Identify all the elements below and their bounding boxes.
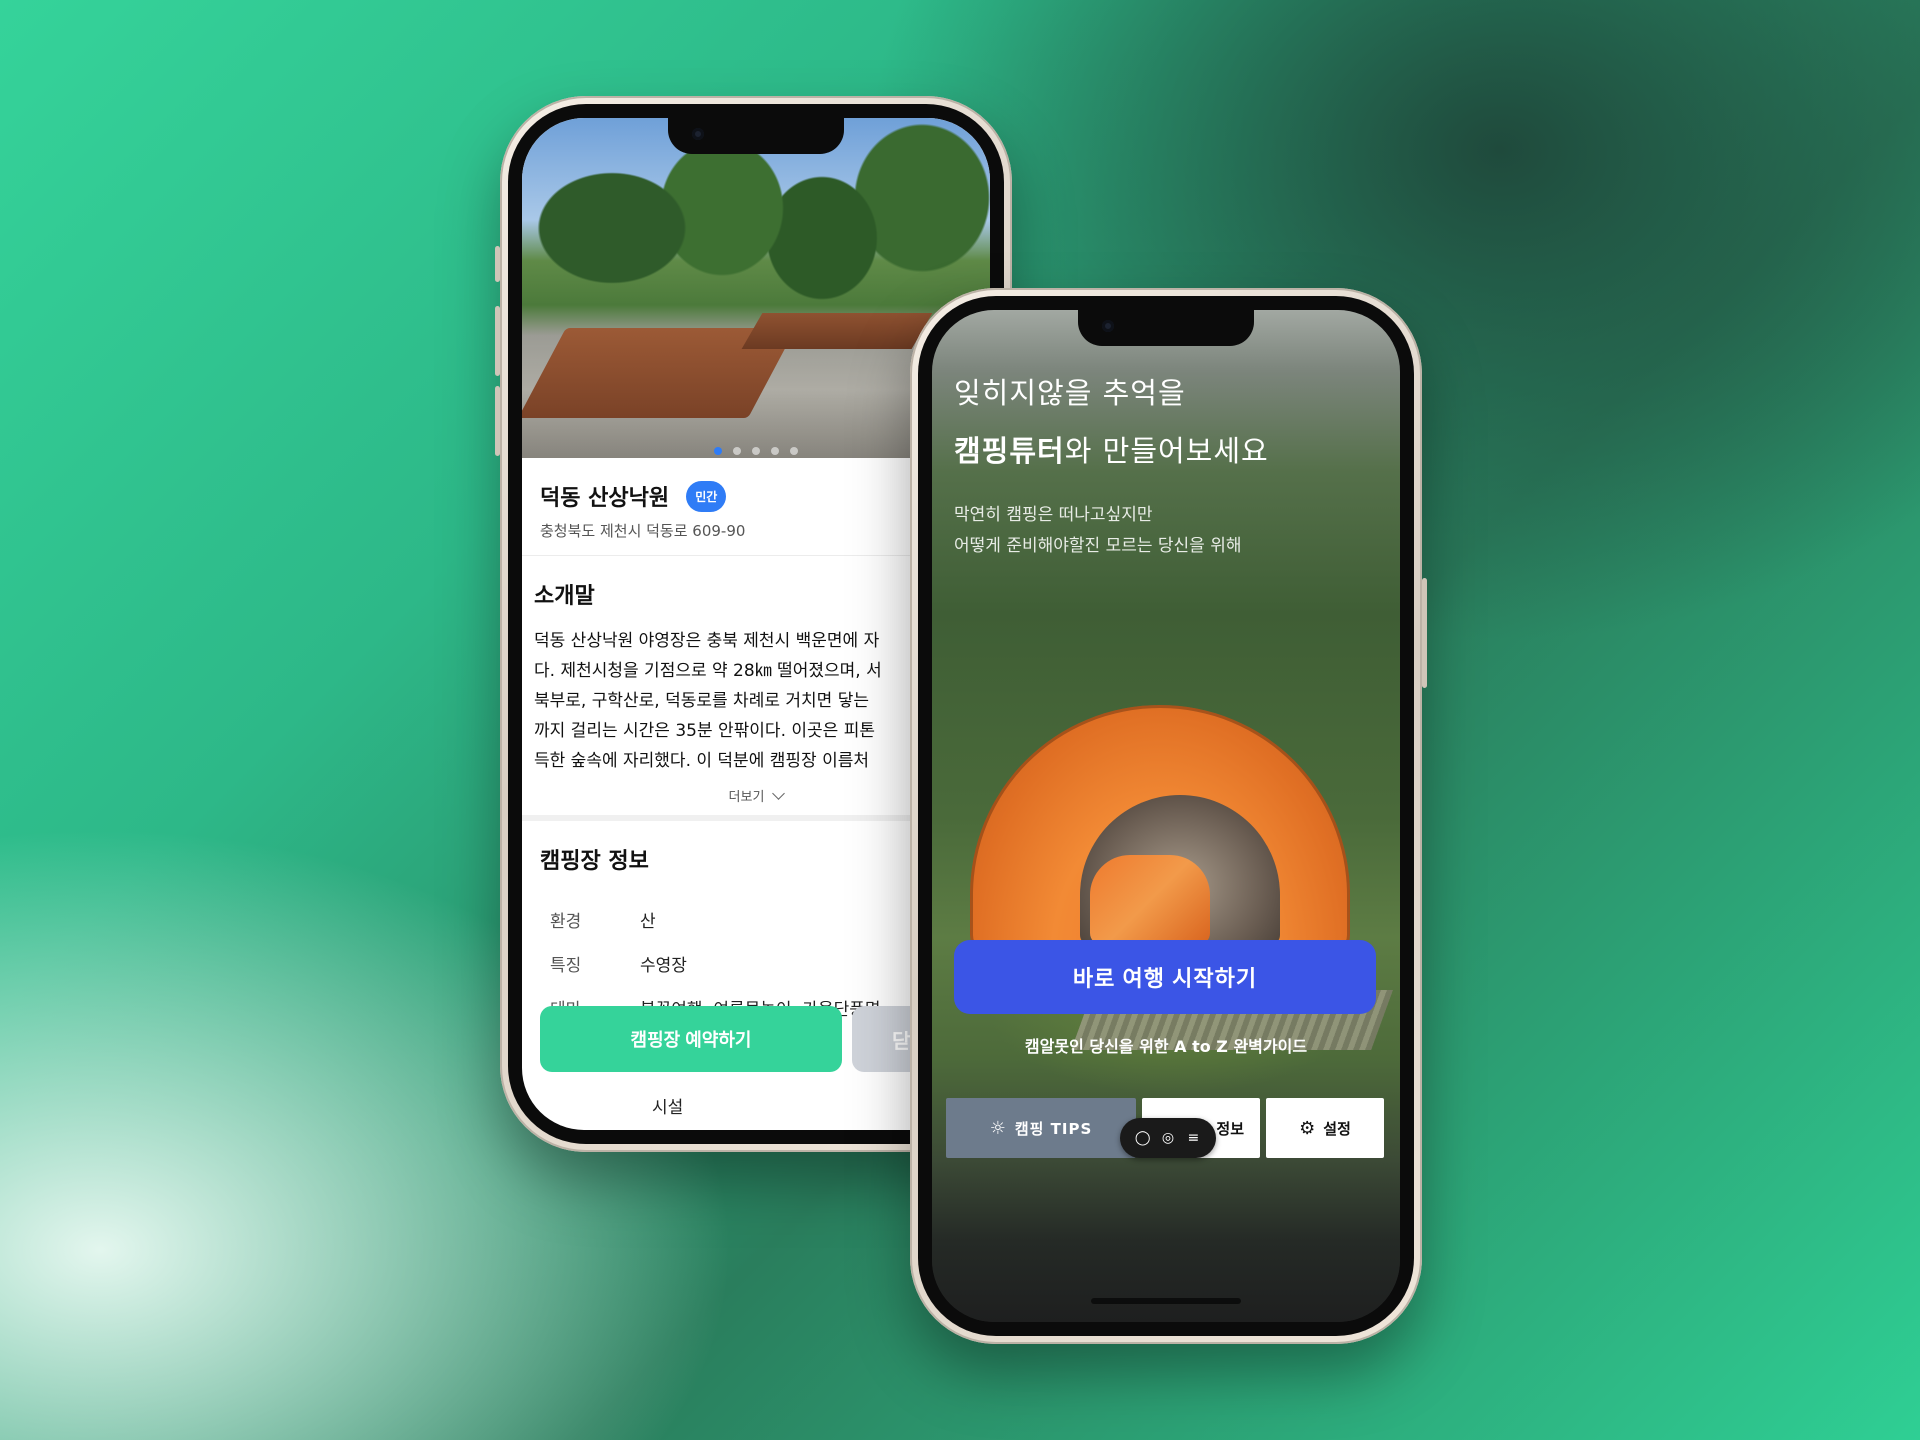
tent-illustration bbox=[970, 705, 1350, 955]
lightbulb-icon: ☼ bbox=[989, 1117, 1007, 1139]
camera-icon bbox=[692, 128, 704, 140]
start-trip-button[interactable]: 바로 여행 시작하기 bbox=[954, 940, 1376, 1014]
headline-line-1: 잊히지않을 추억을 bbox=[954, 376, 1186, 410]
camp-address: 충청북도 제천시 덕동로 609-90 bbox=[540, 522, 746, 540]
power-button bbox=[1422, 578, 1427, 688]
facility-label: 시설 bbox=[652, 1098, 684, 1118]
brand-name: 캠핑튜터 bbox=[954, 434, 1065, 468]
wooden-deck bbox=[741, 313, 933, 349]
hero-subtitle: 막연히 캠핑은 떠나고싶지만 어떻게 준비해야할진 모르는 당신을 위해 bbox=[954, 500, 1269, 562]
volume-up-button bbox=[495, 306, 500, 376]
info-row: 특징 수영장 bbox=[540, 941, 972, 985]
tab-settings[interactable]: ⚙ 설정 bbox=[1266, 1098, 1384, 1158]
subtitle-line-2: 어떻게 준비해야할진 모르는 당신을 위해 bbox=[954, 536, 1242, 556]
headline-rest: 와 만들어보세요 bbox=[1064, 434, 1269, 468]
camera-icon bbox=[1102, 320, 1114, 332]
info-key: 환경 bbox=[550, 911, 582, 932]
camp-type-badge: 민간 bbox=[686, 480, 727, 512]
right-screen: 잊히지않을 추억을 캠핑튜터와 만들어보세요 막연히 캠핑은 떠나고싶지만 어떻… bbox=[932, 310, 1400, 1322]
carousel-dot[interactable] bbox=[771, 447, 780, 455]
notch bbox=[1078, 310, 1254, 346]
carousel-dot[interactable] bbox=[790, 447, 799, 455]
volume-down-button bbox=[495, 386, 500, 456]
info-row: 환경 산 bbox=[540, 897, 972, 941]
headline-line-2: 캠핑튜터와 만들어보세요 bbox=[954, 428, 1269, 470]
sleeping-bag bbox=[1090, 855, 1210, 945]
gear-icon: ⚙ bbox=[1299, 1117, 1316, 1139]
tab-label: 설정 bbox=[1323, 1119, 1351, 1138]
right-phone: 잊히지않을 추억을 캠핑튜터와 만들어보세요 막연히 캠핑은 떠나고싶지만 어떻… bbox=[910, 288, 1427, 1344]
chat-icon[interactable]: ◯ bbox=[1134, 1130, 1152, 1146]
tab-label: 캠핑 TIPS bbox=[1014, 1119, 1093, 1138]
info-value: 수영장 bbox=[640, 955, 687, 976]
notch bbox=[668, 118, 844, 154]
more-label: 더보기 bbox=[728, 790, 765, 805]
tab-label: 정보 bbox=[1216, 1119, 1244, 1138]
bottom-tabs: ☼ 캠핑 TIPS 정보 ⚙ 설정 ◯ ◎ ≡ bbox=[946, 1098, 1386, 1160]
camp-name: 덕동 산상낙원 bbox=[540, 486, 670, 511]
info-value: 산 bbox=[640, 911, 656, 932]
carousel-dot[interactable] bbox=[713, 447, 722, 455]
menu-icon[interactable]: ≡ bbox=[1184, 1130, 1202, 1146]
hero-text: 잊히지않을 추억을 캠핑튜터와 만들어보세요 막연히 캠핑은 떠나고싶지만 어떻… bbox=[954, 370, 1269, 562]
info-title: 캠핑장 정보 bbox=[540, 849, 649, 874]
tab-camping-tips[interactable]: ☼ 캠핑 TIPS bbox=[946, 1098, 1136, 1158]
carousel-dot[interactable] bbox=[732, 447, 741, 455]
reserve-button[interactable]: 캠핑장 예약하기 bbox=[540, 1006, 842, 1072]
mute-switch bbox=[495, 246, 500, 282]
carousel-dot[interactable] bbox=[752, 447, 760, 455]
eye-icon[interactable]: ◎ bbox=[1159, 1130, 1177, 1146]
guide-caption: 캠알못인 당신을 위한 A to Z 완벽가이드 bbox=[1024, 1037, 1308, 1056]
home-indicator[interactable] bbox=[1091, 1298, 1241, 1304]
floating-toolbar: ◯ ◎ ≡ bbox=[1120, 1118, 1216, 1158]
info-key: 특징 bbox=[550, 955, 582, 976]
subtitle-line-1: 막연히 캠핑은 떠나고싶지만 bbox=[954, 505, 1153, 525]
chevron-down-icon bbox=[772, 787, 786, 800]
